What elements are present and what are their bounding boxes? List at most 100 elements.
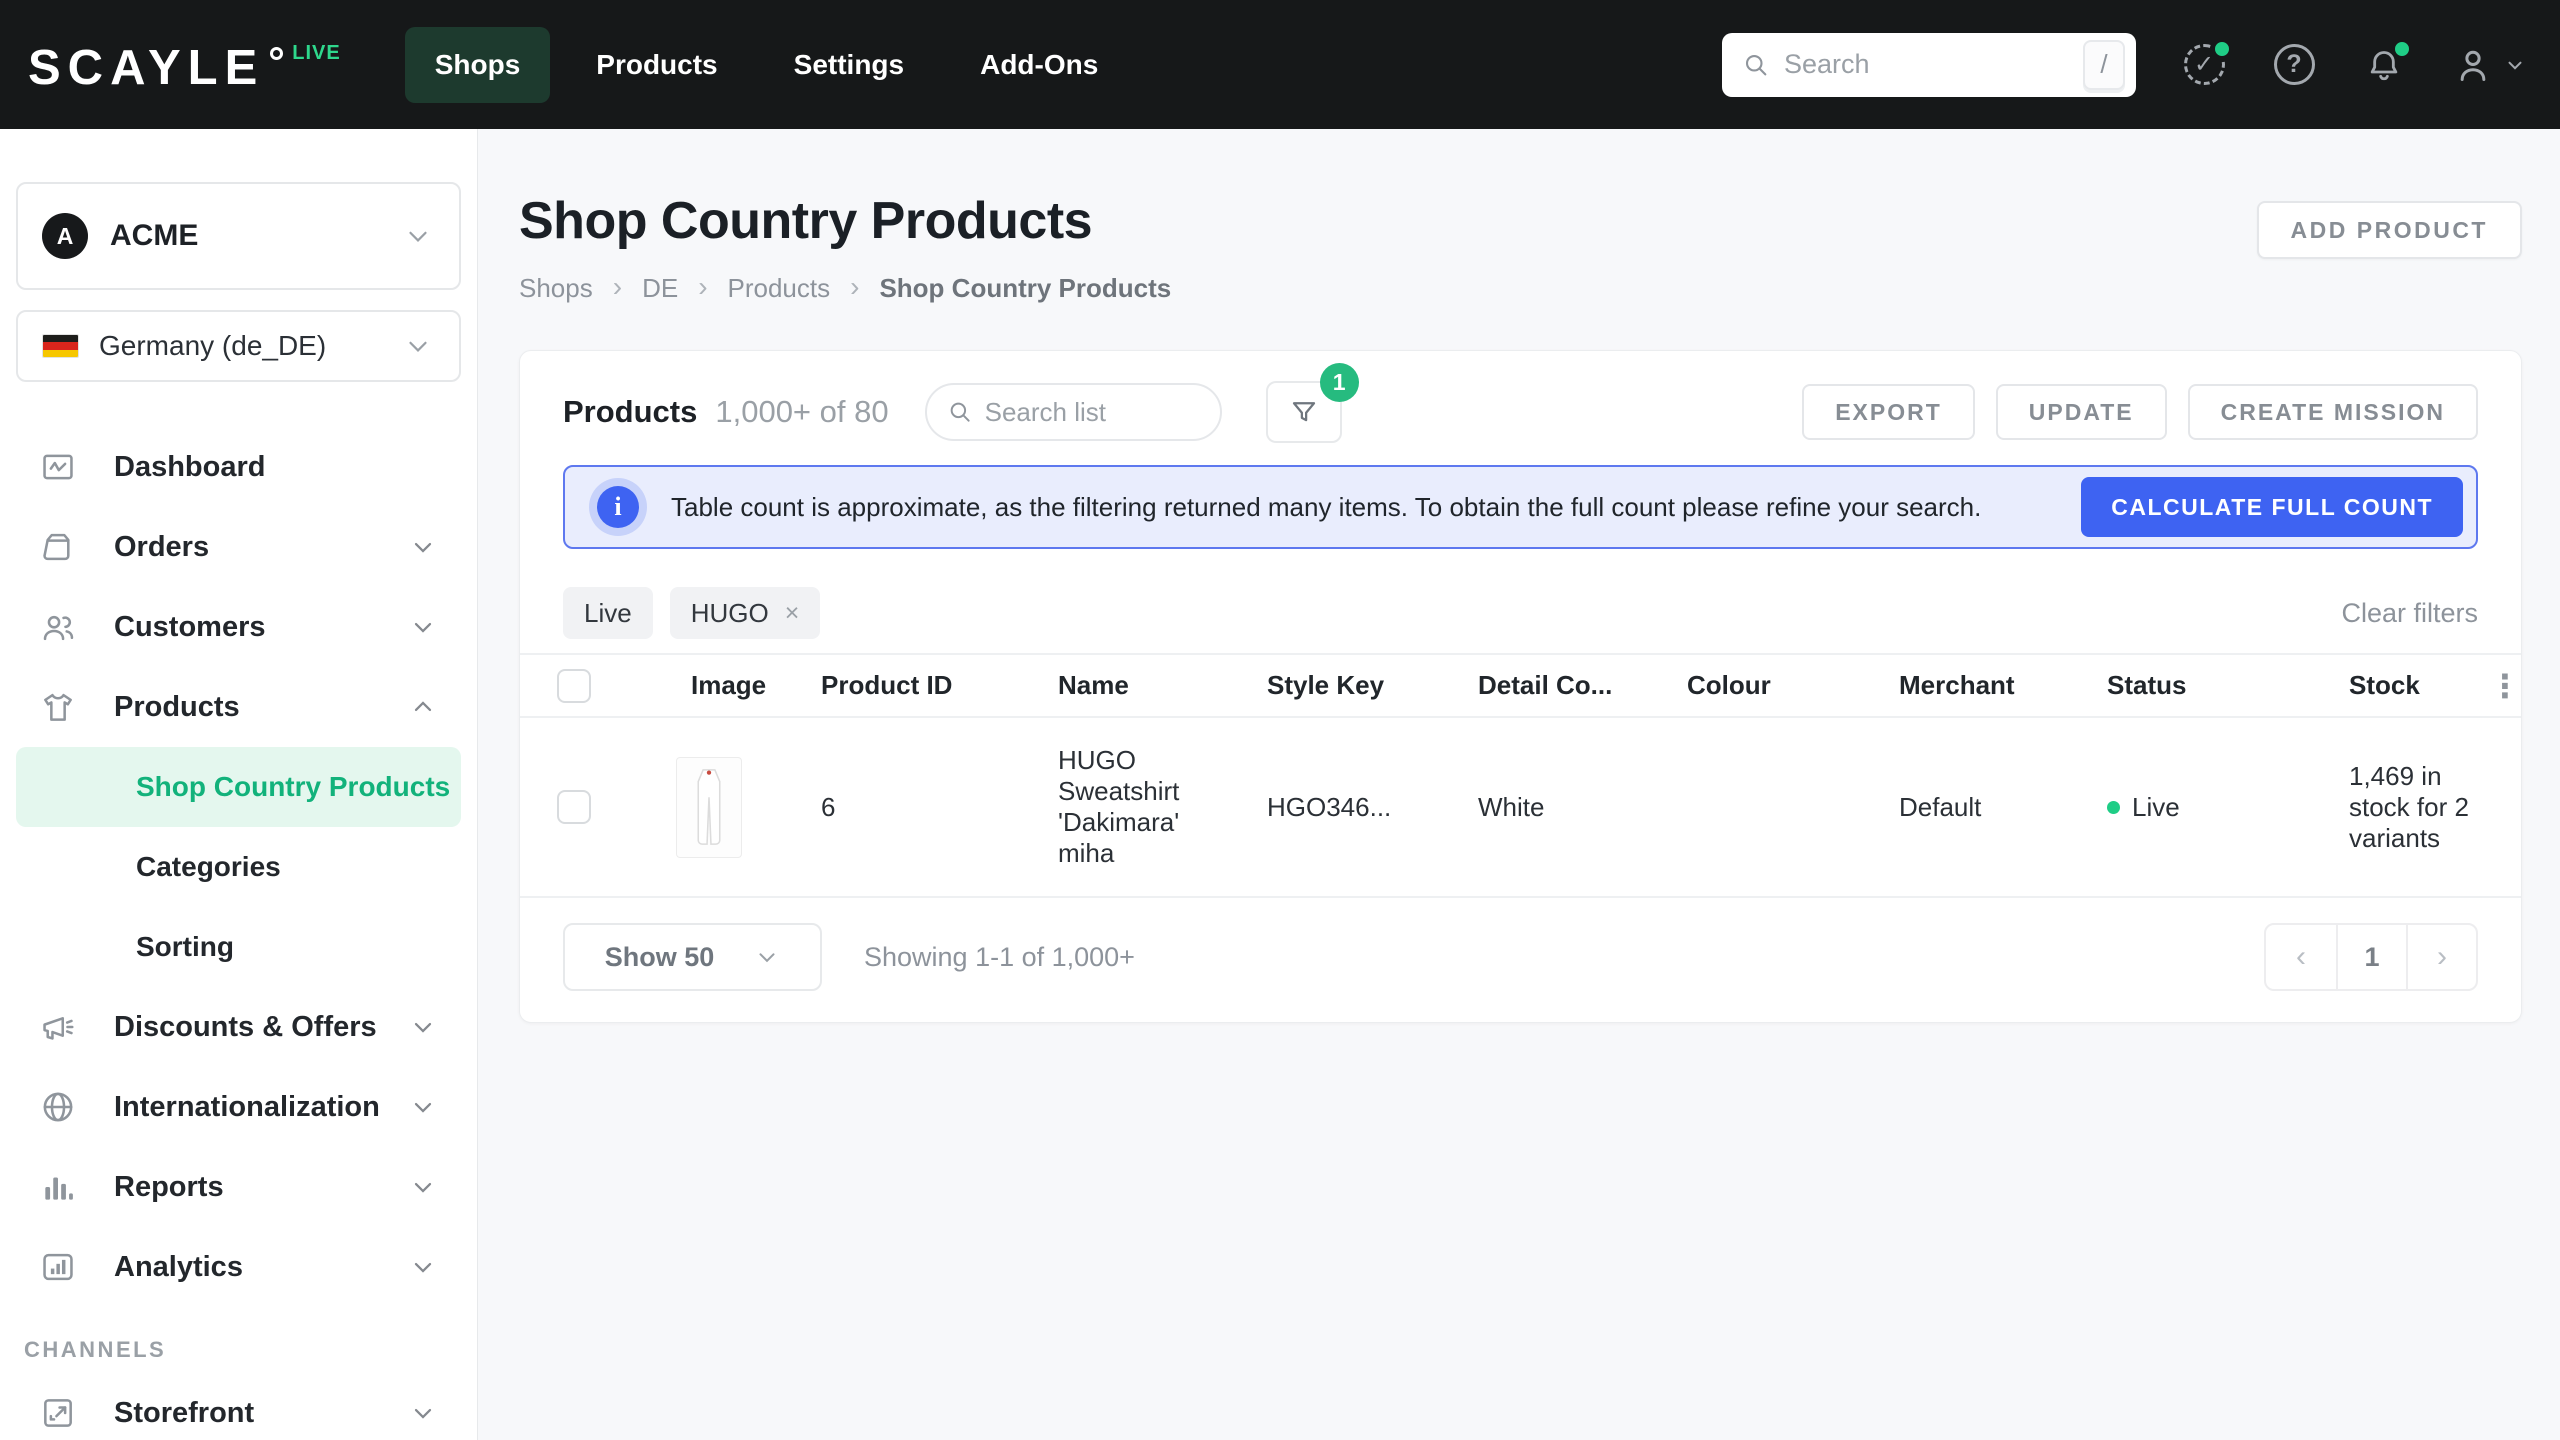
current-page[interactable]: 1: [2336, 925, 2406, 989]
sidebar-item-sorting[interactable]: Sorting: [16, 907, 461, 987]
cell-detail-colour: White: [1478, 792, 1687, 823]
col-product-id[interactable]: Product ID: [821, 670, 1058, 701]
sidebar-item-analytics[interactable]: Analytics: [16, 1227, 461, 1307]
topnav-addons[interactable]: Add-Ons: [950, 27, 1128, 103]
breadcrumb: Shops › DE › Products › Shop Country Pro…: [519, 273, 1171, 304]
sidebar-item-categories[interactable]: Categories: [16, 827, 461, 907]
info-icon: i: [597, 486, 639, 528]
prev-page-button[interactable]: ‹: [2266, 925, 2336, 989]
add-product-button[interactable]: ADD PRODUCT: [2257, 201, 2522, 259]
tenant-avatar: A: [42, 213, 88, 259]
update-button[interactable]: UPDATE: [1996, 384, 2167, 440]
locale-label: Germany (de_DE): [99, 330, 326, 362]
col-status[interactable]: Status: [2107, 670, 2349, 701]
table-row[interactable]: 6 HUGO Sweatshirt 'Dakimara' miha HGO346…: [520, 718, 2521, 898]
chevron-down-icon: [409, 1013, 437, 1041]
notifications-green-dot: [2391, 38, 2413, 60]
cell-merchant: Default: [1899, 792, 2107, 823]
global-search[interactable]: /: [1722, 33, 2136, 97]
chevron-down-icon: [409, 613, 437, 641]
col-name[interactable]: Name: [1058, 670, 1267, 701]
products-tshirt-icon: [38, 687, 78, 727]
help-icon[interactable]: ?: [2272, 43, 2316, 87]
chevron-down-icon: [403, 331, 433, 361]
user-icon: [2452, 44, 2494, 86]
col-stock[interactable]: Stock: [2349, 670, 2494, 701]
page-size-select[interactable]: Show 50: [563, 923, 822, 991]
cell-style-key: HGO346...: [1267, 792, 1478, 823]
col-colour[interactable]: Colour: [1687, 670, 1899, 701]
main-content: Shop Country Products Shops › DE › Produ…: [478, 129, 2560, 1440]
notifications-bell-icon[interactable]: [2362, 43, 2406, 87]
funnel-icon: [1289, 397, 1319, 427]
tenant-selector[interactable]: A ACME: [16, 182, 461, 290]
breadcrumb-separator: ›: [613, 273, 622, 301]
list-search[interactable]: [925, 383, 1222, 441]
env-badge: LIVE: [292, 42, 340, 65]
col-image[interactable]: Image: [691, 670, 821, 701]
channels-section-label: CHANNELS: [16, 1307, 461, 1373]
export-button[interactable]: EXPORT: [1802, 384, 1975, 440]
topnav-shops[interactable]: Shops: [405, 27, 551, 103]
product-image: [676, 757, 742, 858]
filter-button[interactable]: 1: [1266, 381, 1342, 443]
approximate-count-banner: i Table count is approximate, as the fil…: [563, 465, 2478, 549]
customers-icon: [38, 607, 78, 647]
cell-product-id: 6: [821, 792, 1058, 823]
sidebar-item-discounts-offers[interactable]: Discounts & Offers: [16, 987, 461, 1067]
col-style-key[interactable]: Style Key: [1267, 670, 1478, 701]
pagination: ‹ 1 ›: [2264, 923, 2478, 991]
table-header-row: Image Product ID Name Style Key Detail C…: [520, 653, 2521, 718]
remove-chip-icon[interactable]: ×: [785, 599, 800, 628]
chevron-down-icon: [754, 944, 780, 970]
create-mission-button[interactable]: CREATE MISSION: [2188, 384, 2478, 440]
calculate-full-count-button[interactable]: CALCULATE FULL COUNT: [2081, 477, 2463, 537]
breadcrumb-de[interactable]: DE: [642, 273, 678, 304]
sidebar-item-products[interactable]: Products: [16, 667, 461, 747]
active-filters-row: Live HUGO × Clear filters: [563, 587, 2478, 639]
breadcrumb-products[interactable]: Products: [728, 273, 831, 304]
sidebar-item-shop-country-products[interactable]: Shop Country Products: [16, 747, 461, 827]
sidebar-item-orders[interactable]: Orders: [16, 507, 461, 587]
sidebar-item-storefront[interactable]: Storefront: [16, 1373, 461, 1440]
search-shortcut-key: /: [2083, 40, 2125, 90]
system-status-icon[interactable]: ✓: [2182, 43, 2226, 87]
topnav-settings[interactable]: Settings: [764, 27, 934, 103]
col-merchant[interactable]: Merchant: [1899, 670, 2107, 701]
sidebar-item-reports[interactable]: Reports: [16, 1147, 461, 1227]
select-all-checkbox[interactable]: [557, 669, 591, 703]
sidebar-item-internationalization[interactable]: Internationalization: [16, 1067, 461, 1147]
chevron-down-icon: [409, 1399, 437, 1427]
column-settings-kebab-icon[interactable]: ⋮: [2489, 670, 2521, 702]
col-detail-colour[interactable]: Detail Co...: [1478, 670, 1687, 701]
scayle-logo[interactable]: SCAYLE LIVE: [28, 36, 341, 93]
sidebar-item-customers[interactable]: Customers: [16, 587, 461, 667]
breadcrumb-separator: ›: [698, 273, 707, 301]
globe-icon: [38, 1087, 78, 1127]
topbar: SCAYLE LIVE Shops Products Settings Add-…: [0, 0, 2560, 129]
clear-filters-link[interactable]: Clear filters: [2341, 598, 2478, 629]
top-navigation: Shops Products Settings Add-Ons: [405, 27, 1129, 103]
filter-chip-hugo[interactable]: HUGO ×: [670, 587, 821, 639]
breadcrumb-separator: ›: [850, 273, 859, 301]
sidebar: A ACME Germany (de_DE): [0, 129, 478, 1440]
sidebar-item-dashboard[interactable]: Dashboard: [16, 427, 461, 507]
filter-chip-live[interactable]: Live: [563, 587, 653, 639]
cell-stock: 1,469 in stock for 2 variants: [2349, 761, 2494, 854]
global-search-input[interactable]: [1784, 49, 2083, 80]
search-icon: [947, 399, 973, 425]
next-page-button[interactable]: ›: [2406, 925, 2476, 989]
germany-flag-icon: [42, 334, 79, 358]
chevron-down-icon: [409, 1093, 437, 1121]
cell-name: HUGO Sweatshirt 'Dakimara' miha: [1058, 745, 1267, 869]
products-card: Products 1,000+ of 80: [519, 350, 2522, 1023]
table-heading: Products: [563, 394, 697, 430]
user-menu[interactable]: [2452, 44, 2526, 86]
locale-selector[interactable]: Germany (de_DE): [16, 310, 461, 382]
filter-count-badge: 1: [1320, 363, 1359, 402]
breadcrumb-shops[interactable]: Shops: [519, 273, 593, 304]
row-checkbox[interactable]: [557, 790, 591, 824]
topnav-products[interactable]: Products: [566, 27, 747, 103]
list-search-input[interactable]: [985, 397, 1200, 428]
chevron-down-icon: [409, 1173, 437, 1201]
